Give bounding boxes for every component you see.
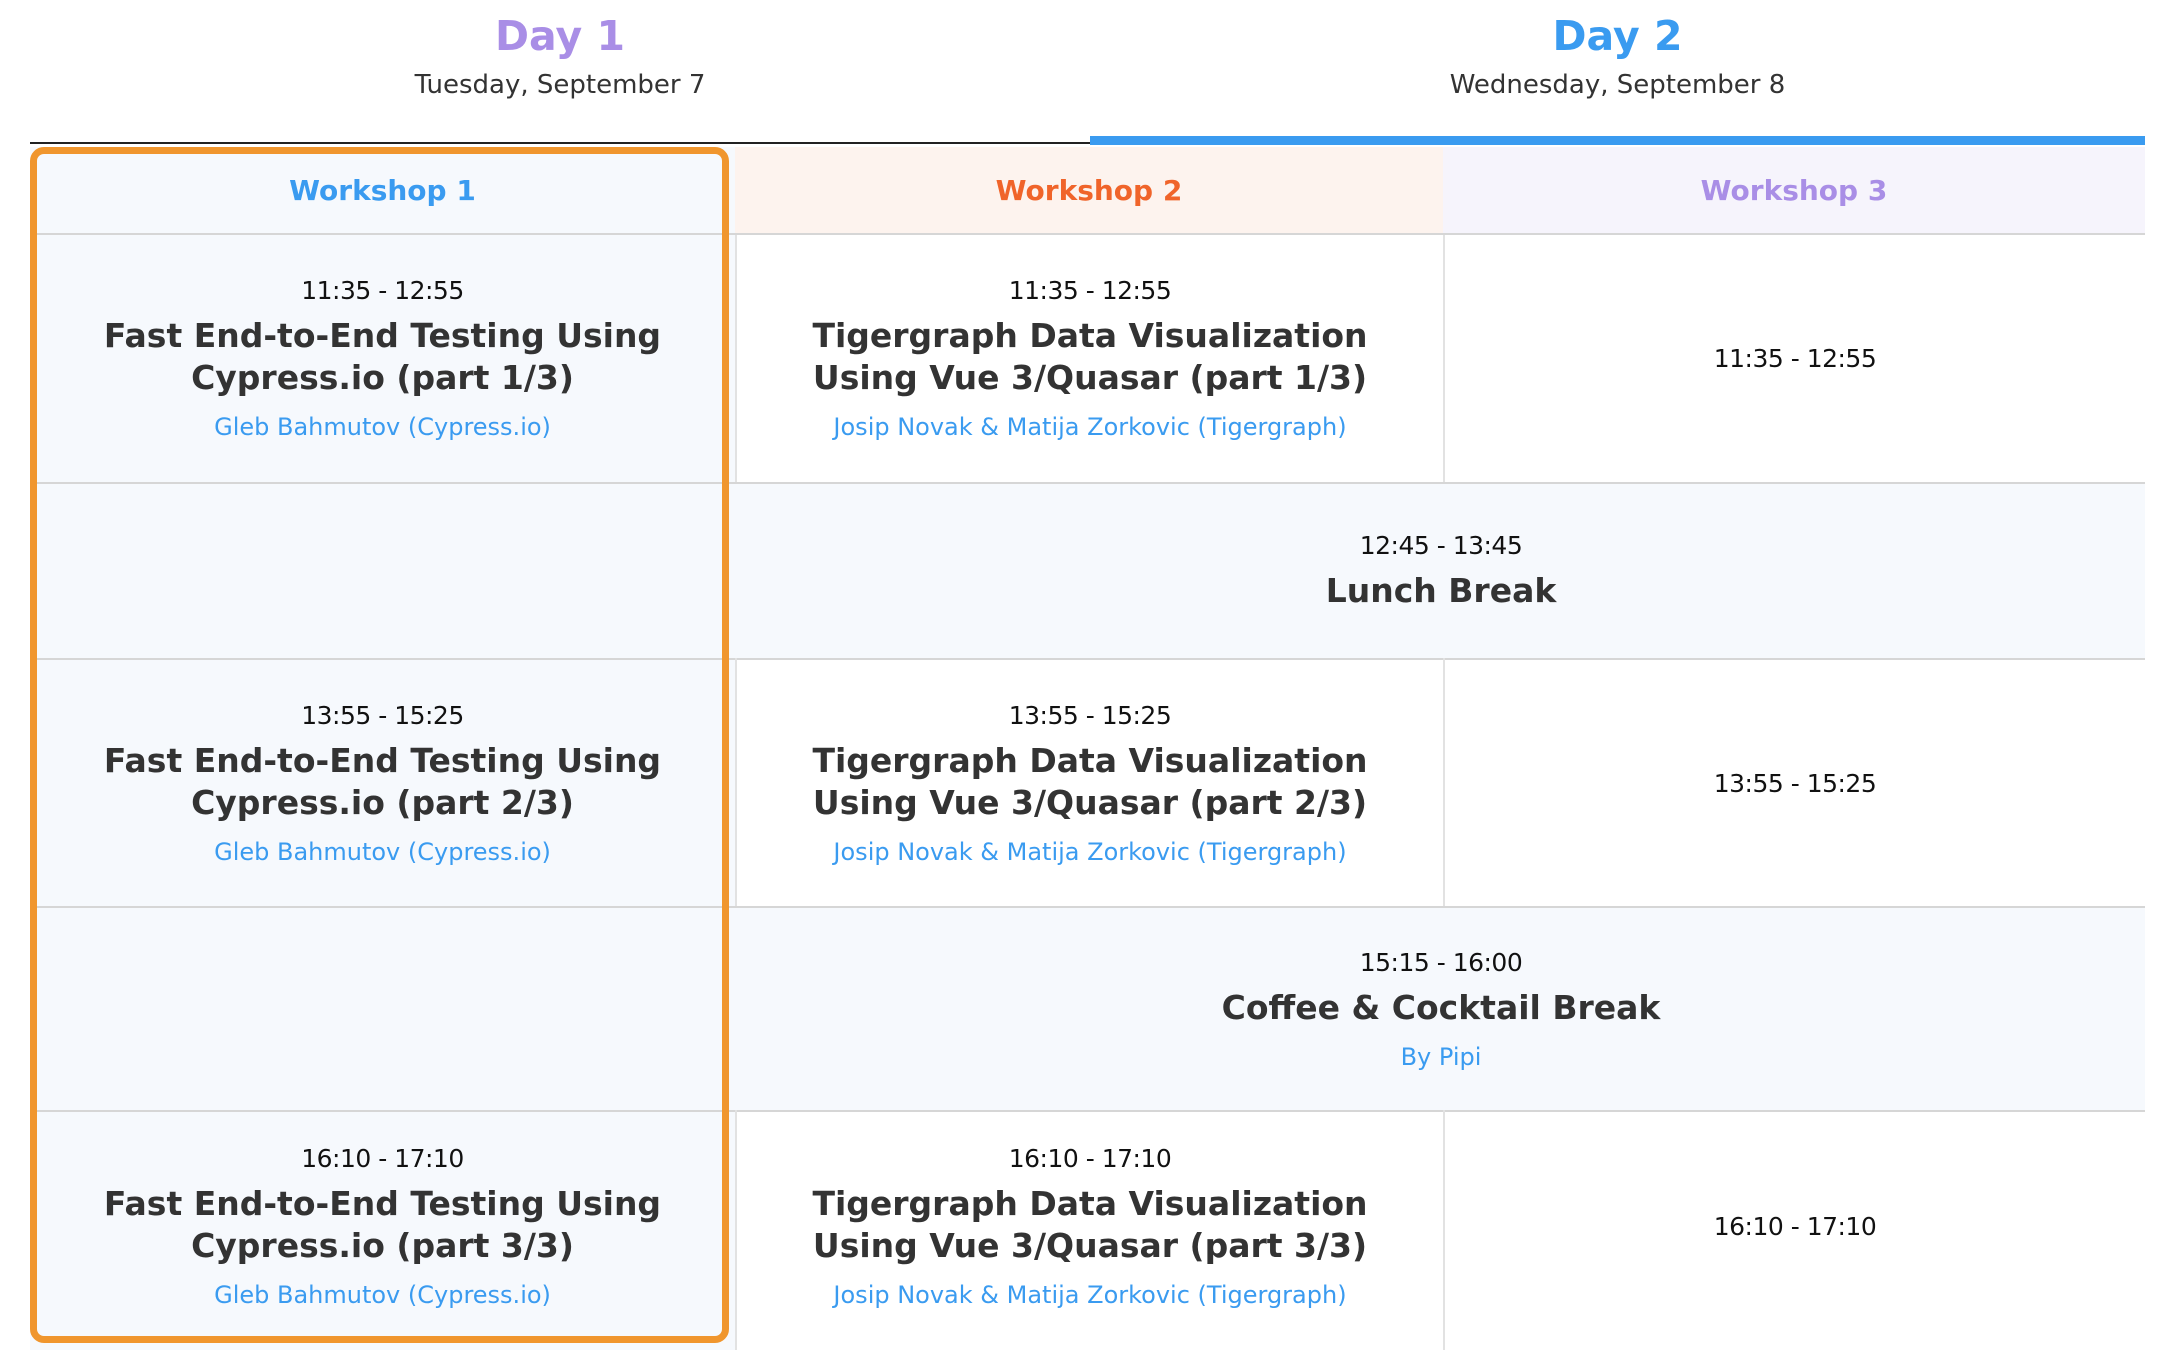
coffee-break: 15:15 - 16:00 Coffee & Cocktail Break By… — [737, 908, 2145, 1110]
tab-underline — [30, 142, 1090, 144]
session-title: Tigergraph Data Visualization Using Vue … — [812, 316, 1368, 397]
session-speaker[interactable]: Gleb Bahmutov (Cypress.io) — [214, 1281, 551, 1309]
break-time: 15:15 - 16:00 — [1359, 947, 1523, 977]
lunch-break: 12:45 - 13:45 Lunch Break — [737, 484, 2145, 658]
session-w2-slot2[interactable]: 13:55 - 15:25 Tigergraph Data Visualizat… — [737, 660, 1443, 906]
day-2-date: Wednesday, September 8 — [1449, 70, 1786, 100]
session-speaker[interactable]: Josip Novak & Matija Zorkovic (Tigergrap… — [833, 1281, 1346, 1309]
break-title: Coffee & Cocktail Break — [1221, 987, 1661, 1027]
session-title: Tigergraph Data Visualization Using Vue … — [812, 1183, 1368, 1265]
tab-day-2[interactable]: Day 2 Wednesday, September 8 — [1090, 12, 2145, 100]
day-2-title: Day 2 — [1552, 12, 1683, 60]
session-title: Fast End-to-End Testing Using Cypress.io… — [103, 316, 662, 397]
tab-active-indicator — [1090, 136, 2145, 145]
session-time: 16:10 - 17:10 — [1008, 1143, 1172, 1173]
session-title: Fast End-to-End Testing Using Cypress.io… — [103, 740, 662, 822]
session-time: 13:55 - 15:25 — [1713, 768, 1877, 798]
break-time: 12:45 - 13:45 — [1359, 530, 1523, 560]
session-time: 11:35 - 12:55 — [1713, 344, 1877, 373]
session-w1-slot3[interactable]: 16:10 - 17:10 Fast End-to-End Testing Us… — [30, 1112, 735, 1340]
session-w3-slot2[interactable]: 13:55 - 15:25 — [1445, 660, 2145, 906]
session-w3-slot3[interactable]: 16:10 - 17:10 — [1445, 1112, 2145, 1340]
session-speaker[interactable]: Gleb Bahmutov (Cypress.io) — [214, 838, 551, 866]
session-w2-slot1[interactable]: 11:35 - 12:55 Tigergraph Data Visualizat… — [737, 235, 1443, 482]
session-w1-slot1[interactable]: 11:35 - 12:55 Fast End-to-End Testing Us… — [30, 235, 735, 482]
session-speaker[interactable]: Josip Novak & Matija Zorkovic (Tigergrap… — [833, 413, 1346, 441]
session-time: 11:35 - 12:55 — [301, 276, 464, 305]
break-title: Lunch Break — [1325, 570, 1557, 610]
session-speaker[interactable]: Gleb Bahmutov (Cypress.io) — [214, 413, 551, 441]
session-time: 13:55 - 15:25 — [301, 700, 464, 730]
workshop-3-header[interactable]: Workshop 3 — [1443, 147, 2145, 235]
tab-day-1[interactable]: Day 1 Tuesday, September 7 — [30, 12, 1090, 100]
session-time: 13:55 - 15:25 — [1008, 700, 1172, 730]
day-1-date: Tuesday, September 7 — [414, 70, 706, 100]
session-w1-slot2[interactable]: 13:55 - 15:25 Fast End-to-End Testing Us… — [30, 660, 735, 906]
break-sponsor[interactable]: By Pipi — [1401, 1043, 1482, 1071]
session-time: 11:35 - 12:55 — [1008, 276, 1172, 305]
session-time: 16:10 - 17:10 — [301, 1143, 464, 1173]
session-time: 16:10 - 17:10 — [1713, 1211, 1877, 1241]
workshop-1-header[interactable]: Workshop 1 — [30, 147, 735, 235]
session-w3-slot1[interactable]: 11:35 - 12:55 — [1445, 235, 2145, 482]
day-1-title: Day 1 — [495, 12, 625, 60]
session-w2-slot3[interactable]: 16:10 - 17:10 Tigergraph Data Visualizat… — [737, 1112, 1443, 1340]
workshop-2-header[interactable]: Workshop 2 — [735, 147, 1443, 235]
session-title: Tigergraph Data Visualization Using Vue … — [812, 740, 1368, 822]
session-title: Fast End-to-End Testing Using Cypress.io… — [103, 1183, 662, 1265]
session-speaker[interactable]: Josip Novak & Matija Zorkovic (Tigergrap… — [833, 838, 1346, 866]
